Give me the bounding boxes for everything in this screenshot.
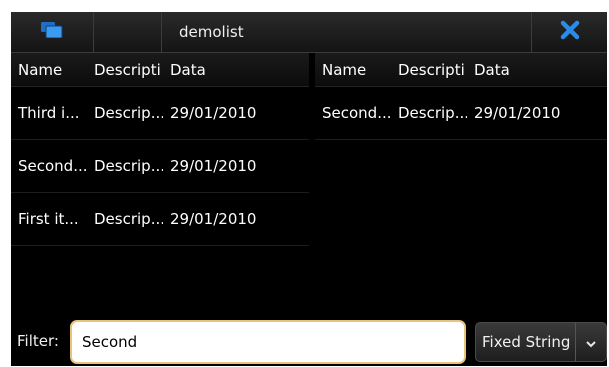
column-header-description[interactable]: Descripti [87,61,163,79]
window-title: demolist [179,23,244,41]
column-header-description[interactable]: Descripti [391,61,467,79]
task-switcher-icon [41,22,63,42]
filter-mode-value: Fixed String [482,333,571,351]
cell-name: Second... [322,104,391,122]
cell-description: Descrip... [94,210,163,228]
cell-data: 29/01/2010 [170,104,257,122]
cell-name: First it... [18,210,79,228]
source-list-view[interactable]: Name Descripti Data Third i... Descrip..… [11,53,309,246]
filter-mode-select[interactable]: Fixed String [475,322,607,362]
filter-label: Filter: [17,332,59,350]
title-divider [93,12,94,52]
filter-input[interactable] [70,320,466,364]
close-icon [560,20,580,44]
cell-data: 29/01/2010 [474,104,561,122]
chevron-down-icon [586,333,596,352]
column-header-name[interactable]: Name [11,61,87,79]
cell-description: Descrip... [94,157,163,175]
table-row[interactable]: Third i... Descrip... 29/01/2010 [11,87,309,140]
table-row[interactable]: First it... Descrip... 29/01/2010 [11,193,309,246]
title-bar: demolist [11,12,607,53]
cell-name: Second... [18,157,87,175]
column-header-data[interactable]: Data [467,61,607,79]
table-row[interactable]: Second... Descrip... 29/01/2010 [11,140,309,193]
app-window: demolist Name Descripti Data Third i... … [11,12,607,366]
cell-data: 29/01/2010 [170,157,257,175]
table-header: Name Descripti Data [315,53,607,87]
close-button[interactable] [532,12,607,52]
cell-description: Descrip... [94,104,163,122]
cell-data: 29/01/2010 [170,210,257,228]
cell-name: Third i... [18,104,80,122]
cell-description: Descrip... [398,104,467,122]
filtered-list-view[interactable]: Name Descripti Data Second... Descrip...… [315,53,607,140]
dropdown-button[interactable] [575,323,606,361]
table-row[interactable]: Second... Descrip... 29/01/2010 [315,87,607,140]
task-switcher-button[interactable] [11,12,94,52]
column-header-data[interactable]: Data [163,61,309,79]
column-header-name[interactable]: Name [315,61,391,79]
filter-bar: Filter: Fixed String [11,318,607,366]
table-header: Name Descripti Data [11,53,309,87]
